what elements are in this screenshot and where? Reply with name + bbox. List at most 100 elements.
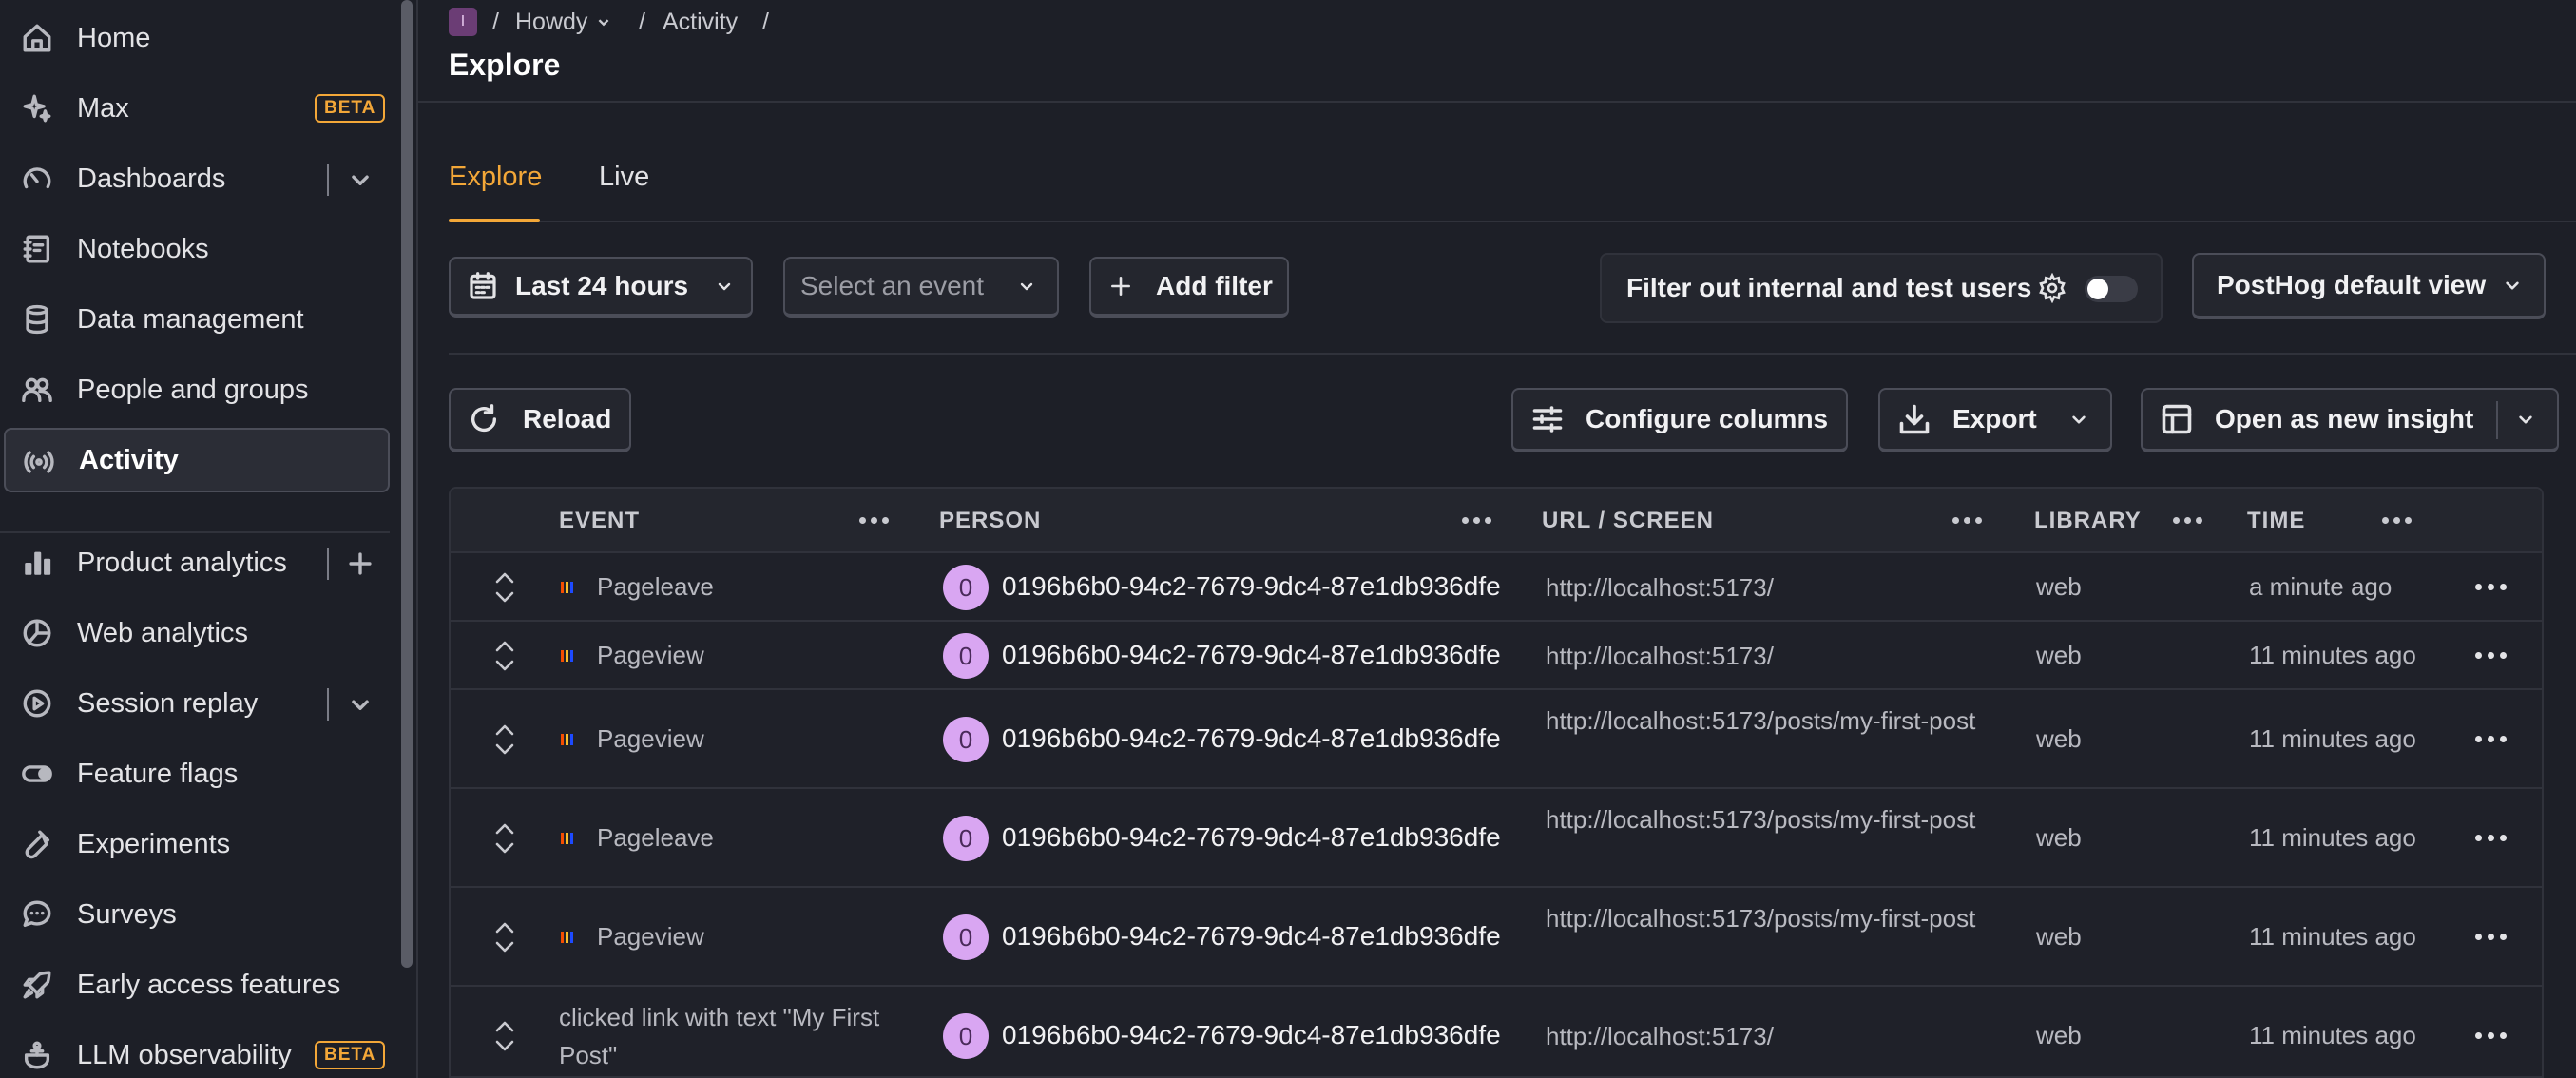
- more-icon[interactable]: [2473, 736, 2509, 745]
- active-tab-indicator: [449, 219, 540, 222]
- sidebar-item-feature-flags[interactable]: Feature flags: [4, 741, 390, 806]
- tab-bar: Explore Live: [449, 143, 2576, 222]
- library-cell: web: [2036, 724, 2082, 753]
- column-menu-icon[interactable]: [857, 517, 892, 527]
- sidebar-item-home[interactable]: Home: [4, 6, 390, 70]
- table-row[interactable]: Pageview 0 0196b6b0-94c2-7679-9dc4-87e1d…: [451, 690, 2542, 789]
- more-icon[interactable]: [2473, 934, 2509, 943]
- web-library-icon: [561, 582, 573, 593]
- table-row[interactable]: Pageview 0 0196b6b0-94c2-7679-9dc4-87e1d…: [451, 622, 2542, 690]
- configure-columns-button[interactable]: Configure columns: [1511, 388, 1848, 452]
- column-header-library[interactable]: LIBRARY: [2034, 508, 2142, 534]
- internal-users-toggle[interactable]: [2085, 276, 2138, 302]
- chevron-down-icon[interactable]: [344, 164, 376, 196]
- column-menu-icon[interactable]: [1460, 517, 1494, 527]
- gear-icon[interactable]: [2037, 273, 2067, 303]
- table-row[interactable]: Pageview 0 0196b6b0-94c2-7679-9dc4-87e1d…: [451, 888, 2542, 987]
- tab-live[interactable]: Live: [599, 162, 649, 193]
- home-icon: [21, 22, 53, 54]
- more-icon[interactable]: [2473, 835, 2509, 844]
- column-header-person[interactable]: PERSON: [939, 508, 1041, 534]
- column-menu-icon[interactable]: [1951, 517, 1985, 527]
- person-link[interactable]: 0196b6b0-94c2-7679-9dc4-87e1db936dfe: [1002, 921, 1501, 952]
- page-header: I / Howdy / Activity / Explore: [418, 0, 2576, 103]
- plus-icon[interactable]: [344, 548, 376, 580]
- divider: [327, 164, 329, 196]
- expand-icon[interactable]: [492, 918, 517, 956]
- expand-icon[interactable]: [492, 819, 517, 857]
- chevron-down-icon[interactable]: [2513, 407, 2538, 432]
- sidebar-item-early-access-features[interactable]: Early access features: [4, 953, 390, 1017]
- more-icon[interactable]: [2473, 1032, 2509, 1042]
- sidebar-item-llm-observability[interactable]: LLM observability BETA: [4, 1023, 390, 1078]
- expand-icon[interactable]: [492, 568, 517, 606]
- broadcast-icon: [23, 446, 55, 478]
- sidebar-item-session-replay[interactable]: Session replay: [4, 671, 390, 736]
- url-cell: http://localhost:5173/posts/my-first-pos…: [1546, 904, 1976, 933]
- open-as-insight-button[interactable]: Open as new insight: [2141, 388, 2559, 452]
- table-row[interactable]: Pageleave 0 0196b6b0-94c2-7679-9dc4-87e1…: [451, 789, 2542, 888]
- expand-icon[interactable]: [492, 1017, 517, 1055]
- url-cell: http://localhost:5173/: [1546, 1022, 1774, 1050]
- date-range-button[interactable]: Last 24 hours: [449, 257, 753, 318]
- breadcrumb-separator: /: [762, 9, 769, 35]
- avatar: 0: [943, 717, 989, 762]
- more-icon[interactable]: [2473, 584, 2509, 593]
- chevron-down-icon: [1020, 282, 1033, 291]
- sidebar-item-people-and-groups[interactable]: People and groups: [4, 357, 390, 422]
- export-button[interactable]: Export: [1878, 388, 2112, 452]
- llm-icon: [21, 1039, 53, 1071]
- person-link[interactable]: 0196b6b0-94c2-7679-9dc4-87e1db936dfe: [1002, 640, 1501, 670]
- breadcrumb-project[interactable]: Howdy: [515, 8, 614, 36]
- calendar-icon: [470, 272, 496, 299]
- sidebar: Home Max BETA Dashboards Notebooks Data …: [0, 0, 397, 1078]
- web-library-icon: [561, 650, 573, 662]
- breadcrumb-activity[interactable]: Activity: [663, 8, 738, 36]
- table-row[interactable]: clicked link with text "My First Post" 0…: [451, 987, 2542, 1076]
- expand-icon[interactable]: [492, 637, 517, 675]
- chevron-down-icon[interactable]: [344, 688, 376, 721]
- reload-icon: [471, 404, 497, 433]
- expand-icon[interactable]: [492, 721, 517, 759]
- web-library-icon: [561, 833, 573, 844]
- sidebar-item-notebooks[interactable]: Notebooks: [4, 217, 390, 281]
- column-menu-icon[interactable]: [2171, 517, 2205, 527]
- view-select[interactable]: PostHog default view: [2192, 253, 2546, 319]
- person-link[interactable]: 0196b6b0-94c2-7679-9dc4-87e1db936dfe: [1002, 723, 1501, 754]
- library-cell: web: [2036, 572, 2082, 601]
- column-menu-icon[interactable]: [2380, 517, 2414, 527]
- split-divider: [2496, 401, 2498, 439]
- sparkle-icon: [21, 92, 53, 125]
- event-select[interactable]: Select an event: [783, 257, 1059, 318]
- project-avatar[interactable]: I: [449, 8, 477, 36]
- toolbar-divider: [449, 353, 2576, 355]
- person-link[interactable]: 0196b6b0-94c2-7679-9dc4-87e1db936dfe: [1002, 571, 1501, 602]
- avatar: 0: [943, 816, 989, 861]
- person-link[interactable]: 0196b6b0-94c2-7679-9dc4-87e1db936dfe: [1002, 1020, 1501, 1050]
- sidebar-item-surveys[interactable]: Surveys: [4, 882, 390, 947]
- reload-button[interactable]: Reload: [449, 388, 631, 452]
- tab-explore[interactable]: Explore: [449, 162, 542, 193]
- sidebar-item-max[interactable]: Max BETA: [4, 76, 390, 141]
- column-header-time[interactable]: TIME: [2247, 508, 2305, 534]
- table-icon: [2162, 404, 2192, 434]
- column-header-event[interactable]: EVENT: [559, 508, 640, 534]
- notebook-icon: [21, 233, 53, 265]
- gauge-icon: [21, 163, 53, 195]
- sidebar-scrollbar-thumb[interactable]: [401, 0, 413, 968]
- sidebar-item-data-management[interactable]: Data management: [4, 287, 390, 352]
- url-cell: http://localhost:5173/: [1546, 573, 1774, 602]
- person-link[interactable]: 0196b6b0-94c2-7679-9dc4-87e1db936dfe: [1002, 822, 1501, 853]
- sidebar-item-activity[interactable]: Activity: [4, 428, 390, 492]
- add-filter-button[interactable]: Add filter: [1089, 257, 1289, 318]
- sidebar-item-web-analytics[interactable]: Web analytics: [4, 601, 390, 665]
- rocket-icon: [21, 969, 53, 1001]
- table-row[interactable]: Pageleave 0 0196b6b0-94c2-7679-9dc4-87e1…: [451, 553, 2542, 622]
- more-icon[interactable]: [2473, 652, 2509, 662]
- internal-users-filter[interactable]: Filter out internal and test users: [1600, 253, 2163, 323]
- column-header-url[interactable]: URL / SCREEN: [1542, 508, 1714, 534]
- divider: [327, 688, 329, 721]
- sidebar-item-product-analytics[interactable]: Product analytics: [4, 530, 390, 595]
- sidebar-item-experiments[interactable]: Experiments: [4, 812, 390, 876]
- sidebar-item-dashboards[interactable]: Dashboards: [4, 146, 390, 211]
